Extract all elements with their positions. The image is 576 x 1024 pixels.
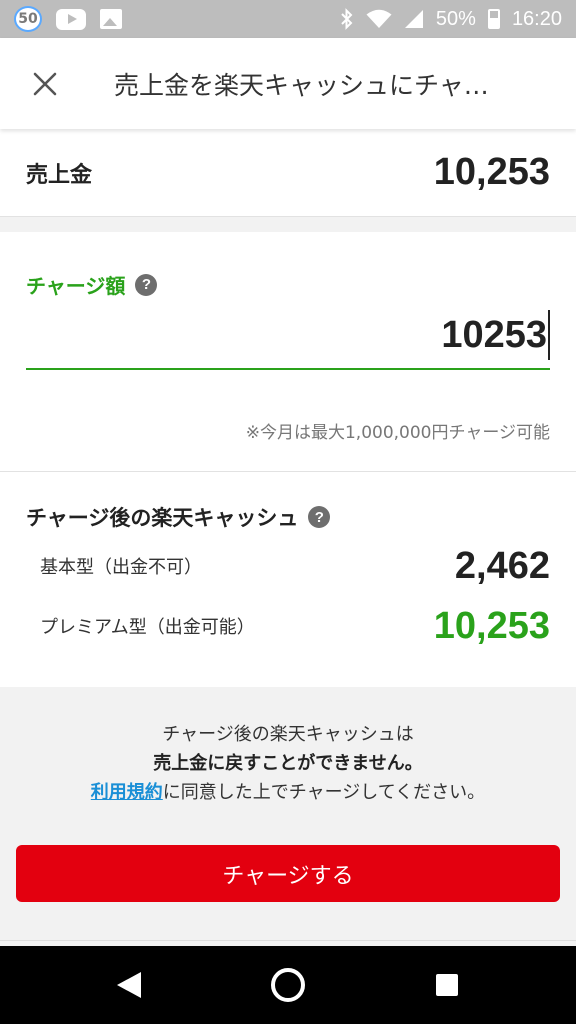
charge-amount-value[interactable]: 10253	[441, 314, 547, 357]
basic-cash-value: 2,462	[454, 544, 550, 587]
charge-button[interactable]: チャージする	[16, 845, 560, 902]
after-charge-title: チャージ後の楽天キャッシュ	[26, 506, 299, 530]
close-icon	[33, 72, 57, 95]
back-icon	[117, 972, 142, 998]
charge-amount-input[interactable]: 10253	[26, 302, 550, 370]
divider	[0, 940, 576, 941]
navigation-bar	[0, 946, 576, 1024]
premium-cash-value: 10,253	[433, 604, 550, 647]
premium-cash-label: プレミアム型（出金可能）	[40, 617, 255, 638]
help-icon[interactable]: ?	[308, 506, 331, 528]
sales-proceeds-value: 10,253	[433, 151, 550, 193]
help-icon[interactable]: ?	[135, 273, 158, 296]
sales-proceeds-label: 売上金	[26, 162, 93, 188]
app-bar: 売上金を楽天キャッシュにチャ…	[0, 38, 576, 129]
status-bar: 50 50% 16:20	[0, 0, 576, 38]
battery-percent: 50%	[435, 7, 476, 30]
recents-icon	[435, 974, 458, 996]
page-title: 売上金を楽天キャッシュにチャ…	[114, 70, 489, 100]
sales-proceeds-row: 売上金 10,253	[0, 129, 576, 217]
notice-line-3: 利用規約に同意した上でチャージしてください。	[0, 778, 576, 807]
image-icon	[100, 9, 122, 29]
clock: 16:20	[511, 7, 562, 30]
wifi-icon	[366, 9, 392, 28]
recents-button[interactable]	[417, 955, 477, 1015]
back-button[interactable]	[99, 955, 159, 1015]
signal-icon	[404, 10, 423, 28]
basic-cash-row: 基本型（出金不可） 2,462	[40, 544, 550, 588]
charge-limit-note: ※今月は最大1,000,000円チャージ可能	[245, 423, 550, 443]
terms-link[interactable]: 利用規約	[91, 782, 163, 803]
charge-amount-label: チャージ額	[26, 274, 126, 298]
notice-line-3-text: に同意した上でチャージしてください。	[162, 782, 486, 803]
after-charge-section: チャージ後の楽天キャッシュ ? 基本型（出金不可） 2,462 プレミアム型（出…	[0, 472, 576, 687]
text-cursor	[548, 310, 550, 360]
basic-cash-label: 基本型（出金不可）	[40, 557, 202, 578]
notice-line-1: チャージ後の楽天キャッシュは	[162, 724, 414, 745]
notice-line-2: 売上金に戻すことができません。	[153, 753, 423, 774]
battery-icon	[487, 9, 500, 29]
home-icon	[270, 968, 305, 1002]
home-button[interactable]	[258, 955, 318, 1015]
bluetooth-icon	[341, 8, 353, 30]
close-button[interactable]	[0, 38, 90, 129]
notice-text: チャージ後の楽天キャッシュは 売上金に戻すことができません。 利用規約に同意した…	[0, 720, 576, 807]
notification-badge-icon: 50	[14, 6, 42, 32]
youtube-icon	[56, 8, 86, 30]
premium-cash-row: プレミアム型（出金可能） 10,253	[40, 604, 550, 648]
charge-amount-section: チャージ額 ? 10253 ※今月は最大1,000,000円チャージ可能	[0, 232, 576, 472]
